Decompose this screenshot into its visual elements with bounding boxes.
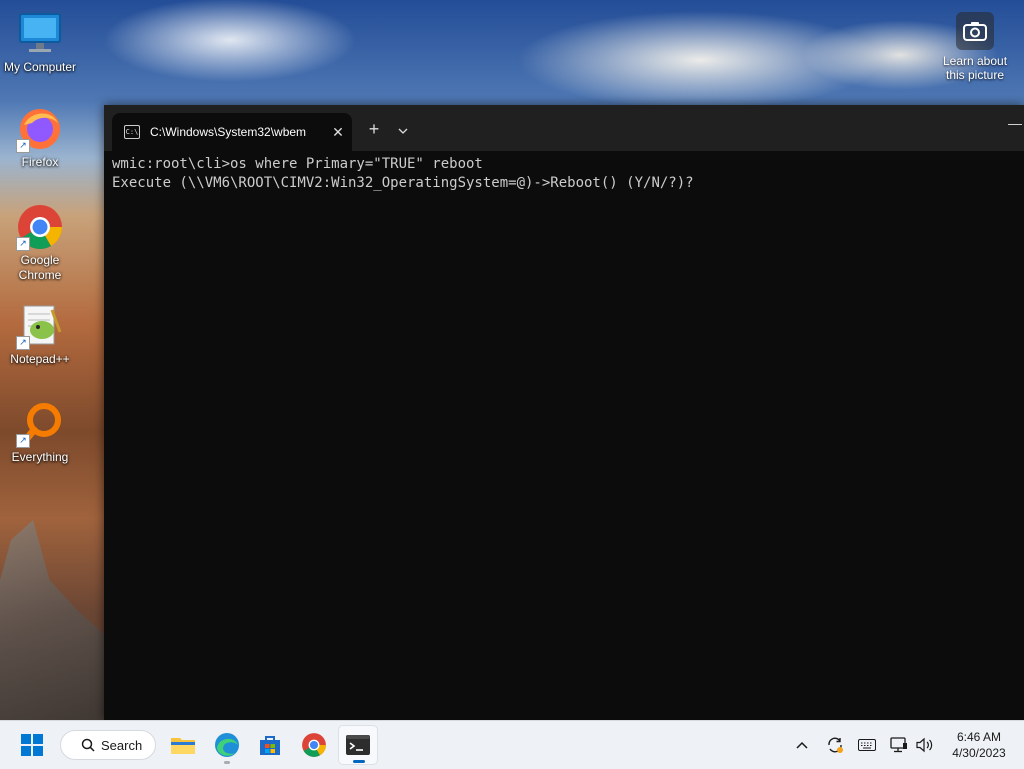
tab-title: C:\Windows\System32\wbem — [150, 125, 307, 139]
cmd-icon: C:\ — [124, 125, 140, 139]
terminal-line: wmic:root\cli>os where Primary="TRUE" re… — [112, 156, 483, 172]
clock-date: 4/30/2023 — [952, 746, 1006, 760]
chevron-down-icon[interactable] — [392, 119, 414, 141]
speaker-icon[interactable] — [916, 721, 938, 769]
desktop-icon-label: Everything — [11, 450, 69, 464]
terminal-output[interactable]: wmic:root\cli>os where Primary="TRUE" re… — [112, 155, 1016, 720]
camera-icon — [956, 12, 994, 50]
taskbar-chrome[interactable] — [294, 725, 334, 765]
desktop-icon-label: Firefox — [21, 155, 59, 169]
desktop-icon-label: My Computer — [3, 60, 77, 74]
desktop-icon-notepad-plus-plus[interactable]: ↗ Notepad++ — [0, 302, 80, 367]
minimize-button[interactable]: — — [1008, 115, 1024, 135]
clock-time: 6:46 AM — [956, 730, 1002, 744]
keyboard-icon[interactable] — [858, 721, 880, 769]
taskbar-file-explorer[interactable] — [163, 725, 203, 765]
learn-about-picture-label: Learn about this picture — [942, 54, 1008, 82]
taskbar-search[interactable]: Search — [60, 730, 156, 760]
start-button[interactable] — [12, 725, 52, 765]
windows-icon — [21, 734, 43, 756]
search-label: Search — [101, 737, 143, 753]
firefox-icon: ↗ — [16, 105, 64, 153]
monitor-icon — [16, 10, 64, 58]
desktop-icon-google-chrome[interactable]: ↗ Google Chrome — [0, 203, 80, 283]
taskbar-terminal[interactable] — [338, 725, 378, 765]
desktop-icon-label: Google Chrome — [18, 253, 62, 282]
taskbar: Search 6:46 AM 4/30/2023 — [0, 720, 1024, 769]
network-icon[interactable] — [890, 721, 912, 769]
learn-about-picture[interactable]: Learn about this picture — [938, 12, 1012, 82]
store-icon — [260, 736, 280, 755]
taskbar-store[interactable] — [250, 725, 290, 765]
terminal-tab[interactable]: C:\ C:\Windows\System32\wbem ✕ — [112, 113, 352, 151]
chevron-up-icon[interactable] — [796, 721, 814, 769]
edge-icon — [215, 733, 239, 757]
terminal-icon — [346, 735, 370, 755]
sync-icon[interactable] — [826, 721, 846, 769]
desktop-icon-label: Notepad++ — [10, 352, 70, 366]
shortcut-arrow-icon: ↗ — [16, 336, 30, 350]
magnifier-icon: ↗ — [16, 400, 64, 448]
desktop-icon-everything[interactable]: ↗ Everything — [0, 400, 80, 465]
plus-icon[interactable]: + — [362, 119, 386, 141]
terminal-titlebar[interactable]: C:\ C:\Windows\System32\wbem ✕ + — — [104, 105, 1024, 151]
taskbar-clock[interactable]: 6:46 AM 4/30/2023 — [944, 729, 1014, 761]
chrome-icon: ↗ — [16, 203, 64, 251]
active-indicator — [353, 760, 365, 763]
taskbar-edge[interactable] — [207, 725, 247, 765]
desktop-icon-firefox[interactable]: ↗ Firefox — [0, 105, 80, 170]
chrome-icon — [302, 733, 326, 757]
shortcut-arrow-icon: ↗ — [16, 139, 30, 153]
folder-icon — [171, 738, 195, 754]
desktop-icon-my-computer[interactable]: My Computer — [0, 10, 80, 75]
terminal-window[interactable]: C:\ C:\Windows\System32\wbem ✕ + — wmic:… — [104, 105, 1024, 720]
running-indicator — [224, 761, 230, 764]
terminal-line: Execute (\\VM6\ROOT\CIMV2:Win32_Operatin… — [112, 175, 694, 191]
search-icon — [81, 738, 95, 752]
close-tab-icon[interactable]: ✕ — [324, 124, 352, 141]
shortcut-arrow-icon: ↗ — [16, 237, 30, 251]
notepad-plus-plus-icon: ↗ — [16, 302, 64, 350]
shortcut-arrow-icon: ↗ — [16, 434, 30, 448]
